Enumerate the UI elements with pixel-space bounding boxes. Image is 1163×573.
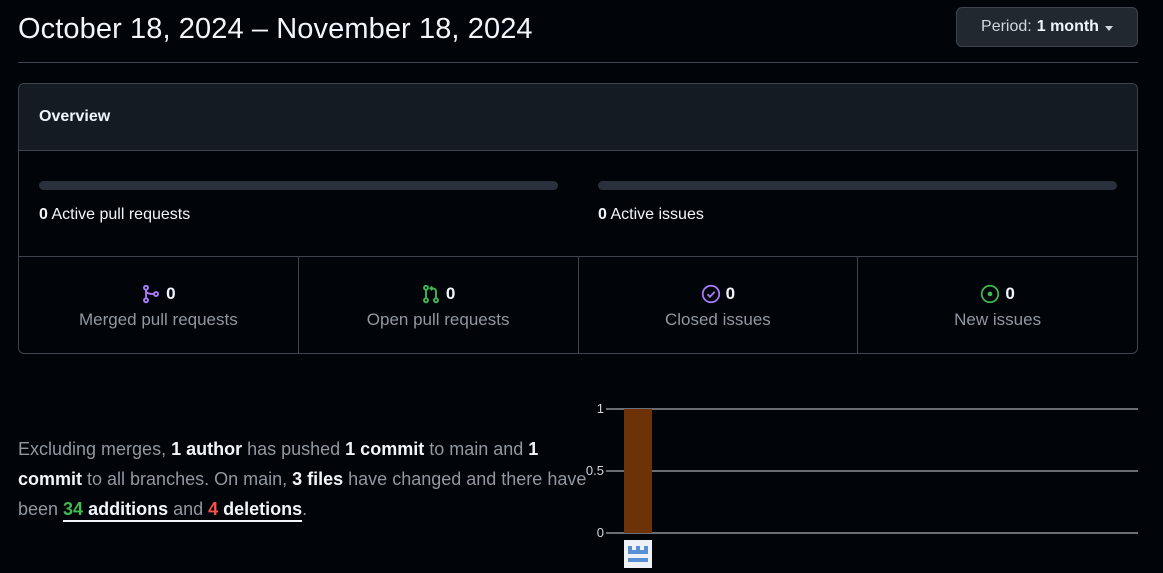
- active-prs-count: 0: [39, 206, 48, 223]
- y-tick-label: 1: [597, 401, 604, 416]
- author-avatar[interactable]: [624, 540, 652, 568]
- stat-new-issues[interactable]: 0 New issues: [858, 257, 1137, 353]
- files-changed: 3 files: [292, 469, 344, 489]
- stat-closed-issues[interactable]: 0 Closed issues: [579, 257, 859, 353]
- y-tick-label: 0: [597, 525, 604, 540]
- issue-closed-icon: [701, 284, 720, 304]
- y-tick-label: 0.5: [586, 463, 604, 478]
- overview-heading: Overview: [19, 84, 1137, 151]
- caret-down-icon: [1104, 25, 1113, 31]
- authors-count: 1 author: [171, 439, 243, 459]
- active-prs: 0 Active pull requests: [39, 181, 558, 224]
- stat-open-prs[interactable]: 0 Open pull requests: [299, 257, 579, 353]
- overview-box: Overview 0 Active pull requests 0 Active…: [18, 83, 1138, 354]
- commit-summary: Excluding merges, 1 author has pushed 1 …: [18, 434, 588, 524]
- active-issues-bar: [598, 181, 1117, 190]
- issue-opened-icon: [981, 284, 1000, 304]
- git-pull-request-icon: [422, 284, 439, 304]
- date-range-title: October 18, 2024 – November 18, 2024: [18, 13, 533, 45]
- stats-row: 0 Merged pull requests 0 Open pull reque…: [19, 257, 1137, 353]
- active-summary: 0 Active pull requests 0 Active issues: [19, 151, 1137, 257]
- stat-merged-prs[interactable]: 0 Merged pull requests: [19, 257, 299, 353]
- git-merge-icon: [143, 284, 160, 304]
- period-value: 1 month: [1036, 18, 1099, 35]
- active-issues-count: 0: [598, 206, 607, 223]
- period-select-button[interactable]: Period: 1 month: [956, 7, 1138, 47]
- deletions-count: 4: [208, 499, 219, 519]
- active-prs-bar: [39, 181, 558, 190]
- active-issues-link[interactable]: Active issues: [610, 206, 703, 223]
- additions-count: 34: [63, 499, 84, 519]
- active-prs-link[interactable]: Active pull requests: [51, 206, 190, 223]
- additions-deletions-link[interactable]: 34 additions and 4 deletions: [63, 499, 303, 522]
- active-issues: 0 Active issues: [598, 181, 1117, 224]
- commits-chart: 00.51: [586, 401, 1138, 568]
- period-label: Period:: [981, 18, 1032, 35]
- page-header: October 18, 2024 – November 18, 2024 Per…: [18, 0, 1138, 63]
- commits-main: 1 commit: [345, 439, 425, 459]
- commit-bar[interactable]: [624, 409, 652, 533]
